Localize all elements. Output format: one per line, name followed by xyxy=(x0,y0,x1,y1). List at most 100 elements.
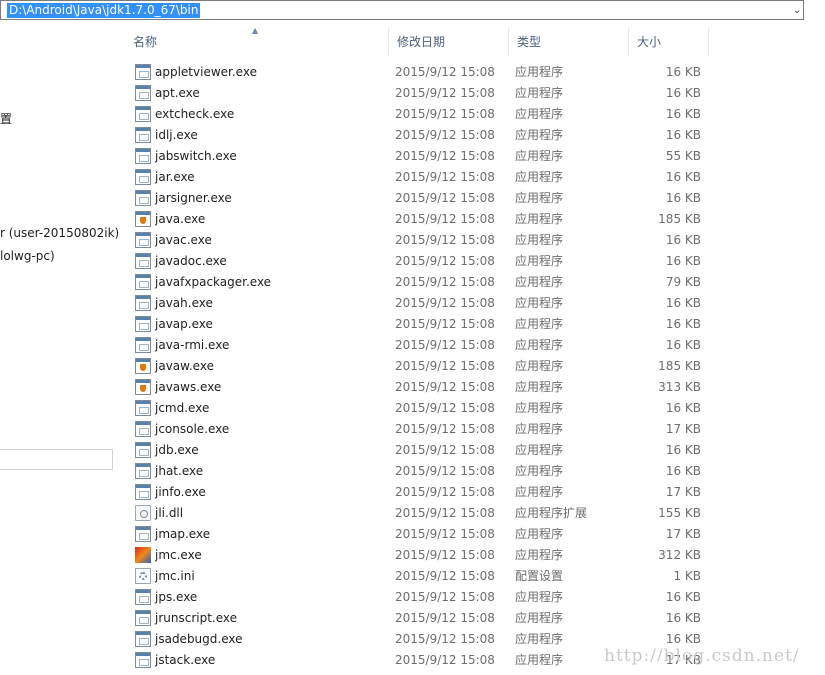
file-row[interactable]: apt.exe 2015/9/12 15:08 应用程序 16 KB xyxy=(125,83,725,104)
file-modified-date: 2015/9/12 15:08 xyxy=(395,653,495,667)
application-file-icon xyxy=(135,442,151,458)
file-name: java.exe xyxy=(155,212,206,226)
application-file-icon xyxy=(135,253,151,269)
application-file-icon xyxy=(135,295,151,311)
file-name: jconsole.exe xyxy=(155,422,230,436)
file-row[interactable]: javah.exe 2015/9/12 15:08 应用程序 16 KB xyxy=(125,293,725,314)
java-file-icon xyxy=(135,211,151,227)
java-file-icon xyxy=(135,379,151,395)
file-type: 应用程序 xyxy=(515,107,564,121)
application-file-icon xyxy=(135,232,151,248)
watermark: http://blog.csdn.net/ xyxy=(604,646,800,666)
file-size: 17 KB xyxy=(665,422,701,436)
file-name: jabswitch.exe xyxy=(155,149,237,163)
file-row[interactable]: javac.exe 2015/9/12 15:08 应用程序 16 KB xyxy=(125,230,725,251)
file-size: 185 KB xyxy=(658,212,701,226)
file-size: 16 KB xyxy=(665,317,701,331)
column-header-type[interactable]: 类型 xyxy=(509,28,629,56)
nav-item-user-computer[interactable]: r (user-20150802ik) xyxy=(0,226,119,240)
file-type: 应用程序 xyxy=(515,464,564,478)
file-modified-date: 2015/9/12 15:08 xyxy=(395,107,495,121)
file-row[interactable]: jmap.exe 2015/9/12 15:08 应用程序 17 KB xyxy=(125,524,725,545)
file-size: 16 KB xyxy=(665,401,701,415)
file-row[interactable]: java.exe 2015/9/12 15:08 应用程序 185 KB xyxy=(125,209,725,230)
file-row[interactable]: java-rmi.exe 2015/9/12 15:08 应用程序 16 KB xyxy=(125,335,725,356)
file-name: javafxpackager.exe xyxy=(155,275,272,289)
file-modified-date: 2015/9/12 15:08 xyxy=(395,170,495,184)
file-row[interactable]: jcmd.exe 2015/9/12 15:08 应用程序 16 KB xyxy=(125,398,725,419)
file-row[interactable]: jar.exe 2015/9/12 15:08 应用程序 16 KB xyxy=(125,167,725,188)
file-name: javah.exe xyxy=(155,296,213,310)
file-modified-date: 2015/9/12 15:08 xyxy=(395,275,495,289)
file-modified-date: 2015/9/12 15:08 xyxy=(395,548,495,562)
file-modified-date: 2015/9/12 15:08 xyxy=(395,590,495,604)
file-name: jps.exe xyxy=(155,590,198,604)
column-header: ▲ 名称 修改日期 类型 大小 xyxy=(125,26,715,58)
file-row[interactable]: jps.exe 2015/9/12 15:08 应用程序 16 KB xyxy=(125,587,725,608)
address-path[interactable]: D:\Android\Java\jdk1.7.0_67\bin xyxy=(7,3,201,18)
column-header-name[interactable]: 名称 xyxy=(125,28,389,56)
file-row[interactable]: javaws.exe 2015/9/12 15:08 应用程序 313 KB xyxy=(125,377,725,398)
file-name: jcmd.exe xyxy=(155,401,210,415)
file-modified-date: 2015/9/12 15:08 xyxy=(395,401,495,415)
file-row[interactable]: appletviewer.exe 2015/9/12 15:08 应用程序 16 KB xyxy=(125,62,725,83)
file-name: java-rmi.exe xyxy=(155,338,230,352)
file-type: 应用程序 xyxy=(515,191,564,205)
ini-file-icon xyxy=(135,568,151,584)
file-name: javaw.exe xyxy=(155,359,214,373)
file-row[interactable]: jli.dll 2015/9/12 15:08 应用程序扩展 155 KB xyxy=(125,503,725,524)
file-row[interactable]: javafxpackager.exe 2015/9/12 15:08 应用程序 79 … xyxy=(125,272,725,293)
file-size: 17 KB xyxy=(665,527,701,541)
nav-item-settings[interactable]: 置 xyxy=(0,110,12,127)
file-size: 16 KB xyxy=(665,338,701,352)
application-file-icon xyxy=(135,148,151,164)
file-row[interactable]: javaw.exe 2015/9/12 15:08 应用程序 185 KB xyxy=(125,356,725,377)
file-size: 16 KB xyxy=(665,191,701,205)
file-row[interactable]: jdb.exe 2015/9/12 15:08 应用程序 16 KB xyxy=(125,440,725,461)
file-row[interactable]: jabswitch.exe 2015/9/12 15:08 应用程序 55 KB xyxy=(125,146,725,167)
file-row[interactable]: jmc.exe 2015/9/12 15:08 应用程序 312 KB xyxy=(125,545,725,566)
file-row[interactable]: jinfo.exe 2015/9/12 15:08 应用程序 17 KB xyxy=(125,482,725,503)
file-row[interactable]: extcheck.exe 2015/9/12 15:08 应用程序 16 KB xyxy=(125,104,725,125)
file-type: 应用程序 xyxy=(515,65,564,79)
file-type: 应用程序 xyxy=(515,233,564,247)
file-size: 16 KB xyxy=(665,590,701,604)
file-type: 应用程序 xyxy=(515,653,564,667)
file-name: jsadebugd.exe xyxy=(155,632,243,646)
file-size: 155 KB xyxy=(658,506,701,520)
file-size: 16 KB xyxy=(665,128,701,142)
file-row[interactable]: jconsole.exe 2015/9/12 15:08 应用程序 17 KB xyxy=(125,419,725,440)
column-header-date[interactable]: 修改日期 xyxy=(389,28,509,56)
file-size: 16 KB xyxy=(665,611,701,625)
jmc-file-icon xyxy=(135,547,151,563)
file-type: 应用程序 xyxy=(515,590,564,604)
navigation-pane: 置 r (user-20150802ik) lolwg-pc) xyxy=(0,20,122,675)
file-type: 应用程序 xyxy=(515,296,564,310)
file-modified-date: 2015/9/12 15:08 xyxy=(395,128,495,142)
file-type: 应用程序 xyxy=(515,611,564,625)
file-modified-date: 2015/9/12 15:08 xyxy=(395,506,495,520)
address-bar[interactable]: D:\Android\Java\jdk1.7.0_67\bin ⌄ xyxy=(0,0,804,20)
file-row[interactable]: jarsigner.exe 2015/9/12 15:08 应用程序 16 KB xyxy=(125,188,725,209)
file-modified-date: 2015/9/12 15:08 xyxy=(395,254,495,268)
file-modified-date: 2015/9/12 15:08 xyxy=(395,212,495,226)
nav-item-network-pc[interactable]: lolwg-pc) xyxy=(0,249,55,263)
application-file-icon xyxy=(135,463,151,479)
column-header-size[interactable]: 大小 xyxy=(629,28,709,56)
nav-search-box[interactable] xyxy=(0,449,113,470)
file-size: 185 KB xyxy=(658,359,701,373)
chevron-down-icon[interactable]: ⌄ xyxy=(791,2,803,19)
file-modified-date: 2015/9/12 15:08 xyxy=(395,443,495,457)
file-name: jmap.exe xyxy=(155,527,211,541)
file-size: 17 KB xyxy=(665,485,701,499)
file-row[interactable]: jmc.ini 2015/9/12 15:08 配置设置 1 KB xyxy=(125,566,725,587)
file-modified-date: 2015/9/12 15:08 xyxy=(395,569,495,583)
file-row[interactable]: javap.exe 2015/9/12 15:08 应用程序 16 KB xyxy=(125,314,725,335)
file-row[interactable]: jhat.exe 2015/9/12 15:08 应用程序 16 KB xyxy=(125,461,725,482)
file-size: 16 KB xyxy=(665,464,701,478)
file-row[interactable]: jrunscript.exe 2015/9/12 15:08 应用程序 16 KB xyxy=(125,608,725,629)
file-row[interactable]: idlj.exe 2015/9/12 15:08 应用程序 16 KB xyxy=(125,125,725,146)
file-size: 313 KB xyxy=(658,380,701,394)
file-modified-date: 2015/9/12 15:08 xyxy=(395,359,495,373)
file-row[interactable]: javadoc.exe 2015/9/12 15:08 应用程序 16 KB xyxy=(125,251,725,272)
